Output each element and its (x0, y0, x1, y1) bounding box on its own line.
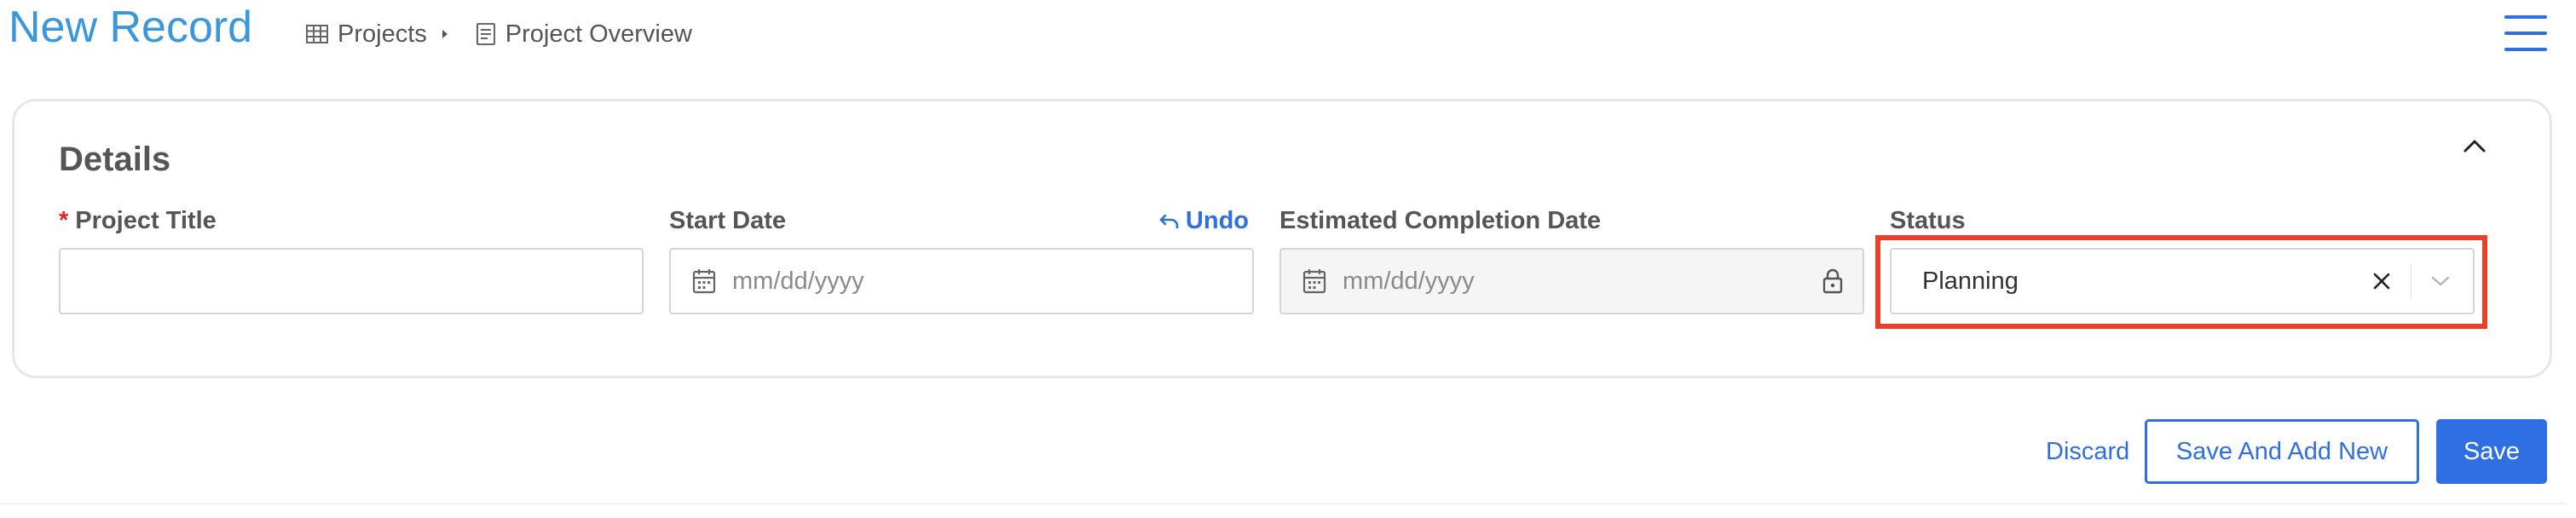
breadcrumb-separator-icon (441, 28, 458, 40)
save-and-add-new-button[interactable]: Save And Add New (2145, 419, 2419, 484)
start-date-field: Start Date Undo mm/dd/yyyy (669, 204, 1254, 314)
breadcrumb-item-project-overview[interactable]: Project Overview (475, 20, 692, 49)
bottom-divider (0, 503, 2566, 504)
project-title-input[interactable] (59, 248, 644, 314)
breadcrumb-item-projects[interactable]: Projects (305, 20, 427, 49)
undo-icon (1159, 214, 1179, 229)
start-date-placeholder: mm/dd/yyyy (732, 267, 864, 295)
breadcrumb: Projects Project Overview (305, 15, 692, 53)
lock-icon (1822, 268, 1844, 295)
estimated-completion-date-placeholder: mm/dd/yyyy (1343, 267, 1475, 295)
start-date-label: Start Date Undo (669, 204, 1254, 238)
estimated-completion-date-field: Estimated Completion Date mm/dd/yyyy (1279, 204, 1864, 314)
required-marker: * (59, 207, 69, 234)
status-field: Status Planning (1875, 204, 2487, 329)
details-card: Details *Project Title Start Date Undo (12, 99, 2552, 378)
calendar-icon (1302, 268, 1327, 295)
table-icon (306, 25, 328, 43)
estimated-completion-date-input: mm/dd/yyyy (1279, 248, 1864, 314)
status-highlight-box (1875, 235, 2487, 329)
project-title-label: * Project Title (59, 207, 217, 234)
undo-button[interactable]: Undo (1158, 204, 1249, 238)
details-title: Details (59, 141, 171, 178)
save-button[interactable]: Save (2436, 419, 2547, 484)
page-title: New Record (9, 3, 253, 52)
document-icon (476, 23, 495, 45)
project-title-field: * Project Title (59, 204, 644, 314)
breadcrumb-label: Projects (338, 20, 427, 48)
discard-button[interactable]: Discard (2046, 435, 2129, 469)
start-date-input[interactable]: mm/dd/yyyy (669, 248, 1254, 314)
breadcrumb-label: Project Overview (505, 20, 692, 48)
estimated-completion-date-label: Estimated Completion Date (1279, 207, 1602, 234)
status-label: Status (1890, 207, 1966, 234)
menu-icon[interactable] (2504, 15, 2547, 51)
calendar-icon (691, 268, 717, 295)
chevron-up-icon[interactable] (2456, 127, 2493, 164)
